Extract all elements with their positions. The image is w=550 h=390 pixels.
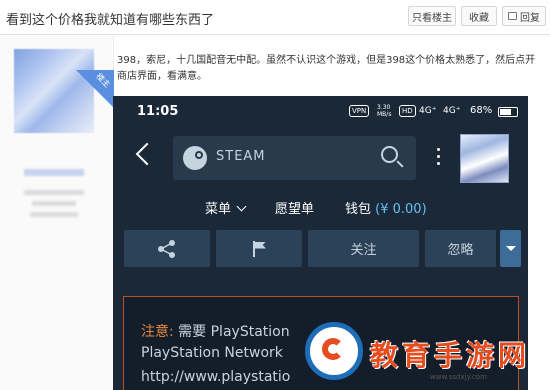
store-nav: 菜单 愿望单 钱包 (¥ 0.00) [113,196,528,218]
share-button[interactable] [124,230,210,267]
signal-4g-2: 4G⁺ [443,106,461,116]
nav-wallet[interactable]: 钱包 (¥ 0.00) [345,198,427,217]
steam-search-bar[interactable]: STEAM [173,136,416,180]
flag-icon [252,240,266,257]
watermark-logo-icon [305,322,363,380]
notice-link[interactable]: http://www.playstatio [141,369,290,385]
author-meta-blurred [30,212,78,217]
ignore-button[interactable]: 忽略 [425,230,496,267]
dropdown-triangle-icon [505,246,516,251]
steam-logo-icon [183,146,207,170]
author-meta-blurred [32,201,76,206]
notice-text-1: 需要 PlayStation [173,324,290,340]
nav-wallet-label: 钱包 [345,202,372,217]
signal-4g-1: 4G⁺ [419,106,437,116]
hd-indicator: HD [399,105,416,117]
watermark-url: www.ssdxjy.com [430,373,487,381]
battery-icon [498,107,518,117]
net-speed: 3.30 MB/s [377,104,392,118]
author-meta-blurred [24,190,84,195]
only-op-button[interactable]: 只看楼主 [408,6,456,26]
status-time: 11:05 [137,104,179,119]
nav-menu[interactable]: 菜单 [205,198,247,217]
back-arrow-icon[interactable] [135,142,159,166]
vpn-indicator: VPN [349,105,370,117]
notice-line-2: PlayStation Network [141,345,283,361]
site-watermark: 教育手游网 www.ssdxjy.com [292,320,550,390]
favorite-button[interactable]: 收藏 [461,6,497,26]
author-name-blurred[interactable] [24,169,84,176]
reply-button-label: 回复 [520,12,540,24]
user-avatar[interactable] [460,134,509,183]
thread-header: 看到这个价格我就知道有哪些东西了 只看楼主 收藏 回复 [0,0,550,35]
thread-title: 看到这个价格我就知道有哪些东西了 [6,13,215,28]
follow-button[interactable]: 关注 [308,230,419,267]
nav-menu-label: 菜单 [205,202,232,217]
author-panel: 楼主 [0,35,114,390]
op-badge: 楼主 [76,70,114,108]
chevron-down-icon [236,201,247,212]
steam-brand: STEAM [216,149,266,164]
more-menu-icon[interactable] [437,148,440,165]
wallet-balance: (¥ 0.00) [375,202,427,217]
notice-line-1: 注意: 需要 PlayStation [141,321,290,341]
notice-label: 注意: [141,324,174,340]
report-button[interactable] [216,230,302,267]
reply-button[interactable]: 回复 [502,6,546,26]
search-icon[interactable] [381,146,398,163]
watermark-text: 教育手游网 [370,339,531,372]
battery-percent: 68% [470,105,493,116]
share-icon [158,239,176,258]
reply-icon [508,12,517,20]
game-actions: 关注 忽略 [113,230,528,268]
nav-wishlist[interactable]: 愿望单 [275,198,314,217]
more-options-button[interactable] [500,230,521,267]
post-content: 398，索尼，十几国配音无中配。虽然不认识这个游戏，但是398这个价格太熟悉了，… [117,55,536,82]
phone-status-bar: 11:05 VPN 3.30 MB/s HD 4G⁺ 4G⁺ 68% [113,96,528,128]
